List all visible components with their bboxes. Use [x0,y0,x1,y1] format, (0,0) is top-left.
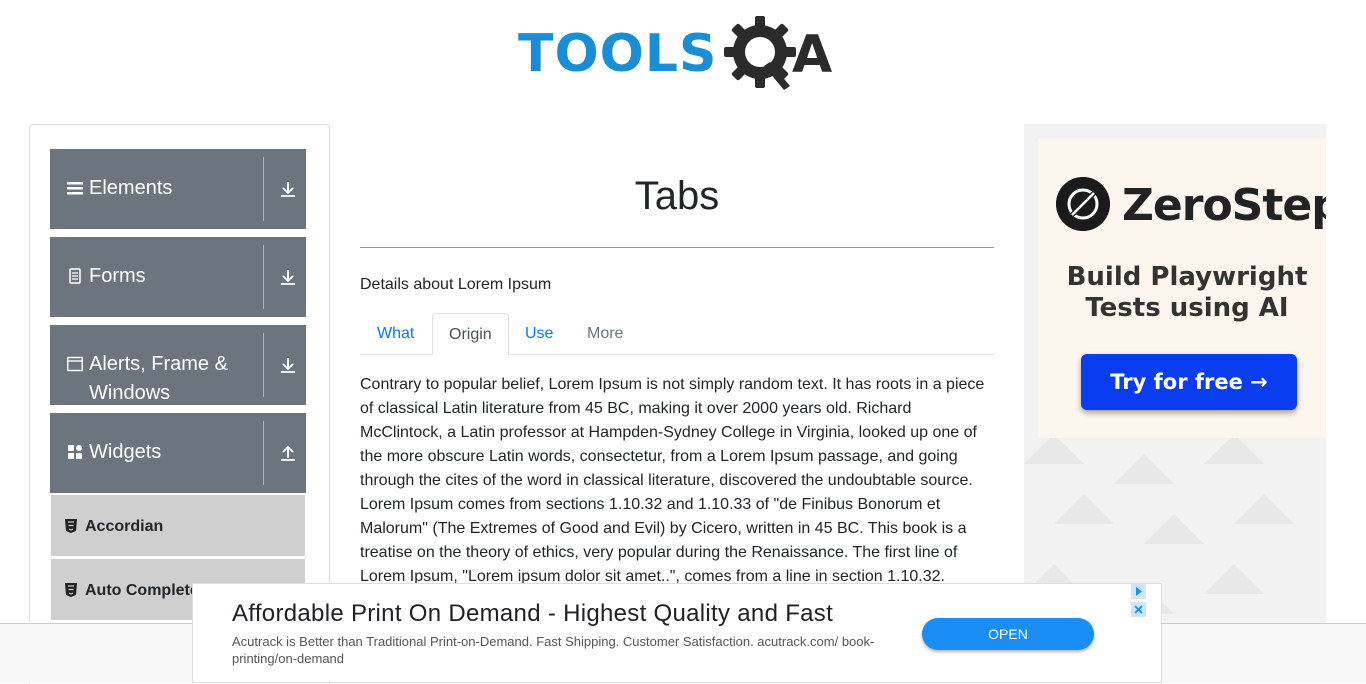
download-arrow-icon[interactable] [279,268,297,286]
ad-title[interactable]: Affordable Print On Demand - Highest Qua… [232,600,833,628]
html5-icon [65,583,77,597]
html5-icon [65,519,77,533]
sidebar-item-label: Auto Complete [85,582,199,599]
tab-what[interactable]: What [361,313,430,355]
adchoices-icon[interactable] [1131,584,1146,599]
sidebar-group-widgets[interactable]: Widgets [50,413,306,493]
title-divider [360,247,994,248]
tab-bar: What Origin Use More [360,313,994,355]
close-ad-icon[interactable] [1131,602,1146,617]
sidebar-group-alerts[interactable]: Alerts, Frame & Windows [50,325,306,405]
download-arrow-icon[interactable] [279,356,297,374]
zerostep-brand: ZeroStep [1122,180,1326,231]
logo-text: TOOLS [518,24,718,84]
sidebar-group-label: Widgets [89,441,162,463]
tab-origin[interactable]: Origin [432,313,509,355]
details-text: Details about Lorem Ipsum [360,276,552,293]
window-icon [67,356,83,372]
sidebar-group-label: Forms [89,265,146,287]
tab-more: More [587,325,624,342]
zerostep-logo-icon [1056,177,1110,231]
zerostep-tagline: Build Playwright Tests using AI [1066,262,1308,323]
ad-description: Acutrack is Better than Traditional Prin… [232,634,875,666]
ad-acutrack[interactable]: Affordable Print On Demand - Highest Qua… [192,583,1162,683]
gear-q-icon: A [724,16,832,90]
logo-a: A [792,25,832,85]
hamburger-icon [67,182,83,195]
ad-choices[interactable] [1130,584,1161,617]
try-for-free-button[interactable]: Try for free → [1081,354,1297,410]
header: TOOLS A [0,0,1366,100]
sidebar-item-label: Accordian [85,518,164,535]
sidebar-group-label: Alerts, Frame & Windows [89,353,228,404]
page-title: Tabs [634,174,720,218]
divider [263,333,264,397]
sidebar-item-accordian[interactable]: Accordian [51,495,305,557]
ad-card: ZeroStep Build Playwright Tests using AI… [1038,138,1326,438]
tab-content-origin: Contrary to popular belief, Lorem Ipsum … [360,376,985,585]
sidebar-group-elements[interactable]: Elements [50,149,306,229]
upload-arrow-icon[interactable] [279,444,297,462]
tab-use[interactable]: Use [509,313,569,355]
document-icon [69,268,81,284]
sidebar-group-forms[interactable]: Forms [50,237,306,317]
toolsqa-logo[interactable]: TOOLS A [518,14,843,94]
grid-icon [68,445,82,459]
divider [263,245,264,309]
sidebar-group-label: Elements [89,177,173,199]
divider [263,157,264,221]
download-arrow-icon[interactable] [279,180,297,198]
ad-open-button[interactable]: OPEN [922,618,1094,650]
divider [263,421,264,485]
